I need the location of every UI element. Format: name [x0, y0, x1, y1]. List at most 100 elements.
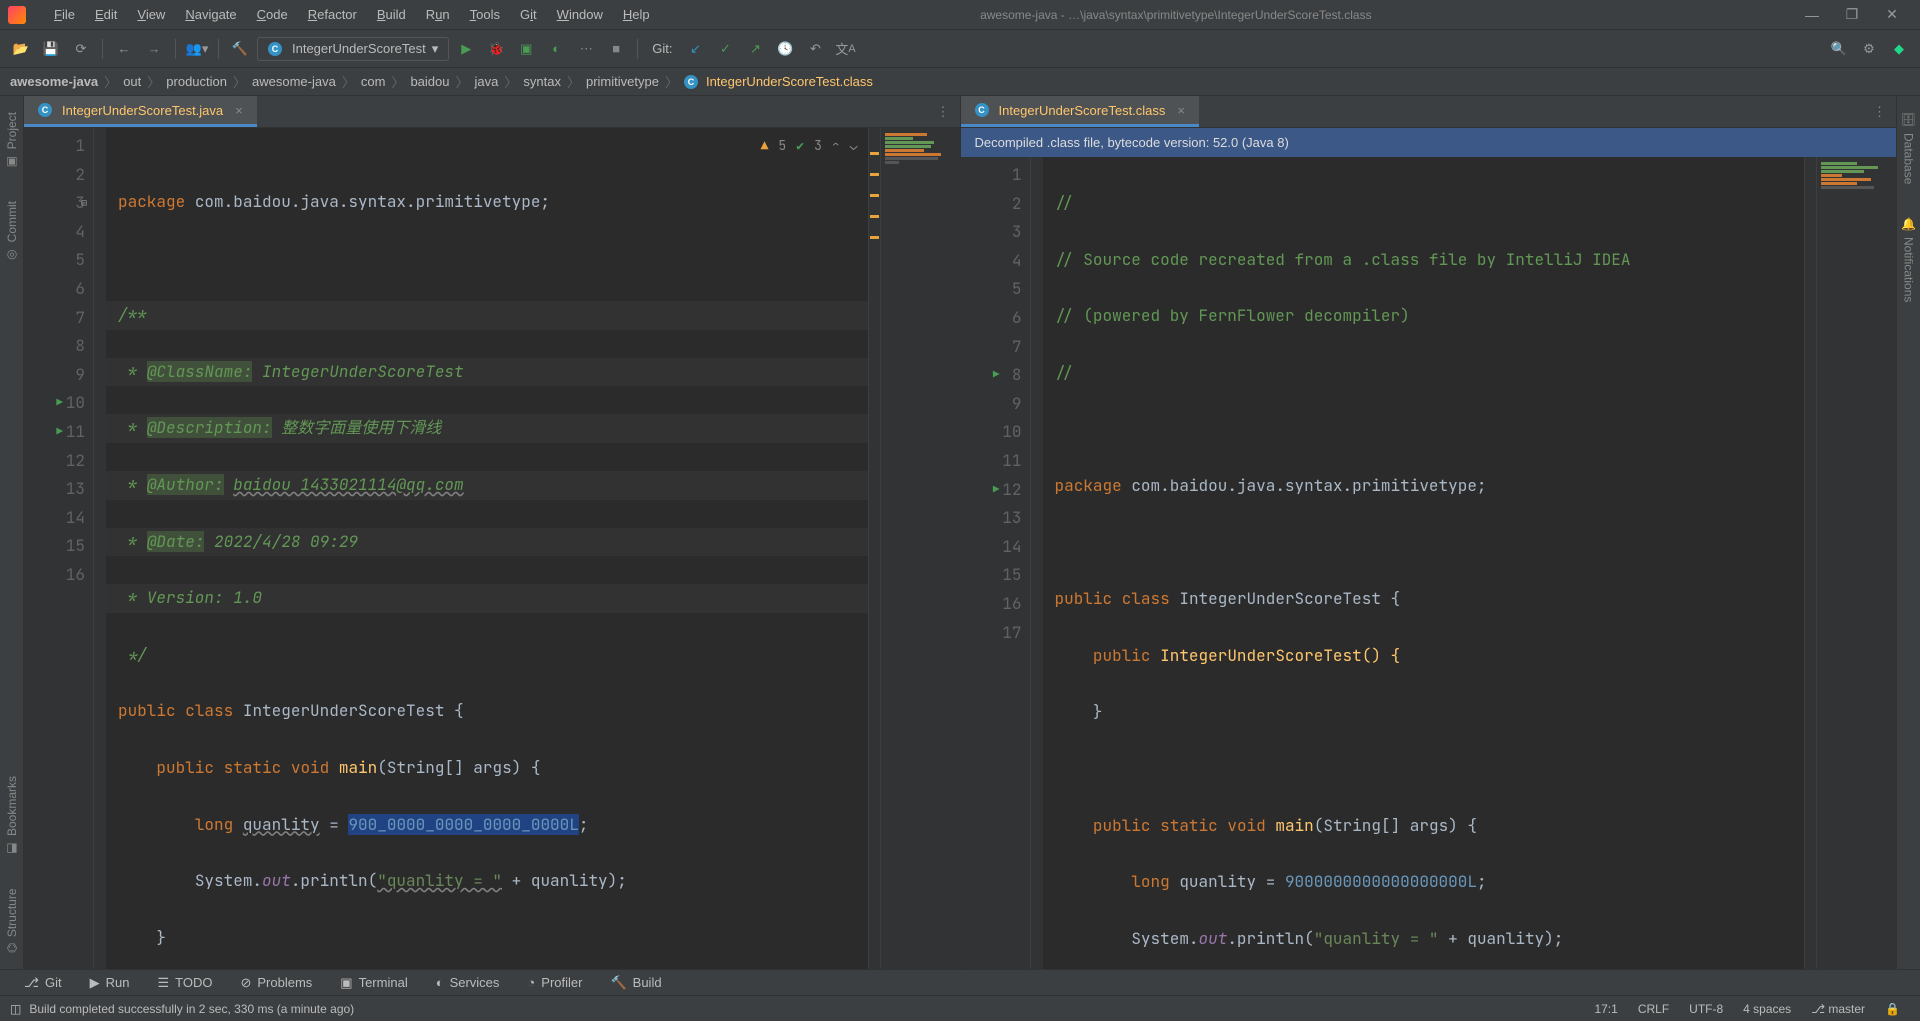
- menu-run[interactable]: Run: [416, 7, 460, 22]
- run-icon[interactable]: ▶: [453, 36, 479, 62]
- tab-class-file[interactable]: C IntegerUnderScoreTest.class ×: [961, 96, 1200, 127]
- run-config-label: IntegerUnderScoreTest: [292, 41, 426, 56]
- translate-icon[interactable]: 文A: [832, 36, 858, 62]
- code-content[interactable]: // // Source code recreated from a .clas…: [1043, 157, 1805, 969]
- breadcrumb-item[interactable]: out: [123, 74, 141, 89]
- git-branch[interactable]: ⎇ master: [1801, 1002, 1875, 1016]
- update-project-icon[interactable]: ↙: [682, 36, 708, 62]
- caret-position[interactable]: 17:1: [1584, 1002, 1627, 1016]
- minimap[interactable]: [880, 128, 960, 969]
- menu-build[interactable]: Build: [367, 7, 416, 22]
- settings-icon[interactable]: ⚙: [1856, 36, 1882, 62]
- back-icon[interactable]: ←: [111, 36, 137, 62]
- history-icon[interactable]: 🕓: [772, 36, 798, 62]
- attach-icon[interactable]: ⋯: [573, 36, 599, 62]
- open-icon[interactable]: 📂: [8, 36, 34, 62]
- rollback-icon[interactable]: ↶: [802, 36, 828, 62]
- menu-view[interactable]: View: [127, 7, 175, 22]
- breadcrumb-item[interactable]: primitivetype: [586, 74, 659, 89]
- git-tool-button[interactable]: ⎇Git: [10, 975, 76, 991]
- services-tool-button[interactable]: ◐Services: [422, 975, 514, 990]
- branch-icon: ⎇: [24, 975, 39, 991]
- breadcrumb-item[interactable]: production: [166, 74, 227, 89]
- tab-more-icon[interactable]: ⋮: [1863, 104, 1896, 120]
- run-gutter-icon[interactable]: ▶: [993, 476, 1000, 504]
- decompiled-editor[interactable]: 1234567 8 ▶ 91011 12 ▶ 1314151617 // // …: [961, 157, 1897, 969]
- close-tab-icon[interactable]: ×: [1177, 103, 1185, 118]
- app-icon: [8, 6, 26, 24]
- project-tool-button[interactable]: ▣Project: [3, 96, 21, 185]
- minimap[interactable]: [1816, 157, 1896, 969]
- close-tab-icon[interactable]: ×: [235, 103, 243, 118]
- run-configuration[interactable]: C IntegerUnderScoreTest ▾: [257, 37, 449, 61]
- build-tool-button[interactable]: 🔨Build: [596, 975, 675, 991]
- notifications-tool-button[interactable]: 🔔Notifications: [1900, 201, 1918, 319]
- error-stripe[interactable]: [1804, 157, 1816, 969]
- breadcrumb-item[interactable]: com: [361, 74, 386, 89]
- menu-tools[interactable]: Tools: [460, 7, 510, 22]
- menu-refactor[interactable]: Refactor: [298, 7, 367, 22]
- breadcrumb-item[interactable]: syntax: [523, 74, 561, 89]
- chevron-up-icon[interactable]: ⌃: [832, 132, 840, 160]
- todo-tool-button[interactable]: ☰TODO: [143, 975, 226, 991]
- menu-code[interactable]: Code: [247, 7, 298, 22]
- forward-icon[interactable]: →: [141, 36, 167, 62]
- lock-icon[interactable]: 🔒: [1875, 1002, 1910, 1016]
- jetbrains-toolbox-icon[interactable]: ◆: [1886, 36, 1912, 62]
- run-tool-button[interactable]: ▶Run: [76, 975, 144, 991]
- profiler-tool-button[interactable]: ◔Profiler: [513, 975, 596, 990]
- push-icon[interactable]: ↗: [742, 36, 768, 62]
- maximize-button[interactable]: ❐: [1832, 6, 1872, 23]
- breadcrumb-item[interactable]: awesome-java: [10, 74, 98, 89]
- line-gutter[interactable]: 123 ⊟456789 10 ▶ 11 ▶ 1213141516: [24, 128, 94, 969]
- breadcrumb-item-active[interactable]: IntegerUnderScoreTest.class: [706, 74, 873, 89]
- menu-navigate[interactable]: Navigate: [175, 7, 246, 22]
- database-tool-button[interactable]: 🗄Database: [1900, 96, 1918, 201]
- breadcrumb-item[interactable]: java: [475, 74, 499, 89]
- save-all-icon[interactable]: 💾: [38, 36, 64, 62]
- error-stripe[interactable]: [868, 128, 880, 969]
- line-gutter[interactable]: 1234567 8 ▶ 91011 12 ▶ 1314151617: [961, 157, 1031, 969]
- stop-icon[interactable]: ■: [603, 36, 629, 62]
- bottom-tool-stripe: ⎇Git ▶Run ☰TODO ⊘Problems ▣Terminal ◐Ser…: [0, 969, 1920, 995]
- menu-file[interactable]: File: [44, 7, 85, 22]
- profile-icon[interactable]: ◐: [543, 36, 569, 62]
- menu-edit[interactable]: Edit: [85, 7, 127, 22]
- coverage-icon[interactable]: ▣: [513, 36, 539, 62]
- debug-icon[interactable]: 🐞: [483, 36, 509, 62]
- search-icon[interactable]: 🔍: [1826, 36, 1852, 62]
- editor-splitter: C IntegerUnderScoreTest.java × ⋮ 123 ⊟45…: [24, 96, 1896, 969]
- source-editor[interactable]: 123 ⊟456789 10 ▶ 11 ▶ 1213141516 ▲5 ✔3 ⌃…: [24, 128, 960, 969]
- tool-window-icon[interactable]: ◫: [10, 1002, 21, 1016]
- run-gutter-icon[interactable]: ▶: [56, 389, 63, 417]
- structure-tool-button[interactable]: ⌬Structure: [3, 872, 21, 969]
- file-encoding[interactable]: UTF-8: [1679, 1002, 1733, 1016]
- commit-icon[interactable]: ✓: [712, 36, 738, 62]
- sync-icon[interactable]: ⟳: [68, 36, 94, 62]
- breadcrumb-item[interactable]: baidou: [410, 74, 449, 89]
- menu-help[interactable]: Help: [613, 7, 660, 22]
- left-tool-stripe: ▣Project ◎Commit ◧Bookmarks ⌬Structure: [0, 96, 24, 969]
- main-area: ▣Project ◎Commit ◧Bookmarks ⌬Structure C…: [0, 96, 1920, 969]
- line-separator[interactable]: CRLF: [1628, 1002, 1679, 1016]
- hammer-icon[interactable]: 🔨: [227, 36, 253, 62]
- menu-git[interactable]: Git: [510, 7, 547, 22]
- terminal-tool-button[interactable]: ▣Terminal: [326, 975, 421, 991]
- close-button[interactable]: ✕: [1872, 6, 1912, 23]
- inspection-widget[interactable]: ▲5 ✔3 ⌃ ⌄: [761, 132, 858, 160]
- tab-java-source[interactable]: C IntegerUnderScoreTest.java ×: [24, 96, 257, 127]
- problems-tool-button[interactable]: ⊘Problems: [226, 975, 326, 991]
- commit-tool-button[interactable]: ◎Commit: [3, 185, 21, 278]
- minimize-button[interactable]: —: [1792, 7, 1832, 23]
- tab-more-icon[interactable]: ⋮: [927, 104, 960, 120]
- menu-window[interactable]: Window: [547, 7, 613, 22]
- code-content[interactable]: ▲5 ✔3 ⌃ ⌄ package com.baidou.java.syntax…: [106, 128, 868, 969]
- breadcrumb-item[interactable]: awesome-java: [252, 74, 336, 89]
- run-gutter-icon[interactable]: ▶: [56, 418, 63, 446]
- run-gutter-icon[interactable]: ▶: [993, 361, 1000, 389]
- git-label: Git:: [652, 41, 672, 56]
- indent-setting[interactable]: 4 spaces: [1733, 1002, 1801, 1016]
- bookmarks-tool-button[interactable]: ◧Bookmarks: [3, 760, 21, 872]
- chevron-down-icon[interactable]: ⌄: [850, 132, 858, 160]
- users-icon[interactable]: 👥▾: [184, 36, 210, 62]
